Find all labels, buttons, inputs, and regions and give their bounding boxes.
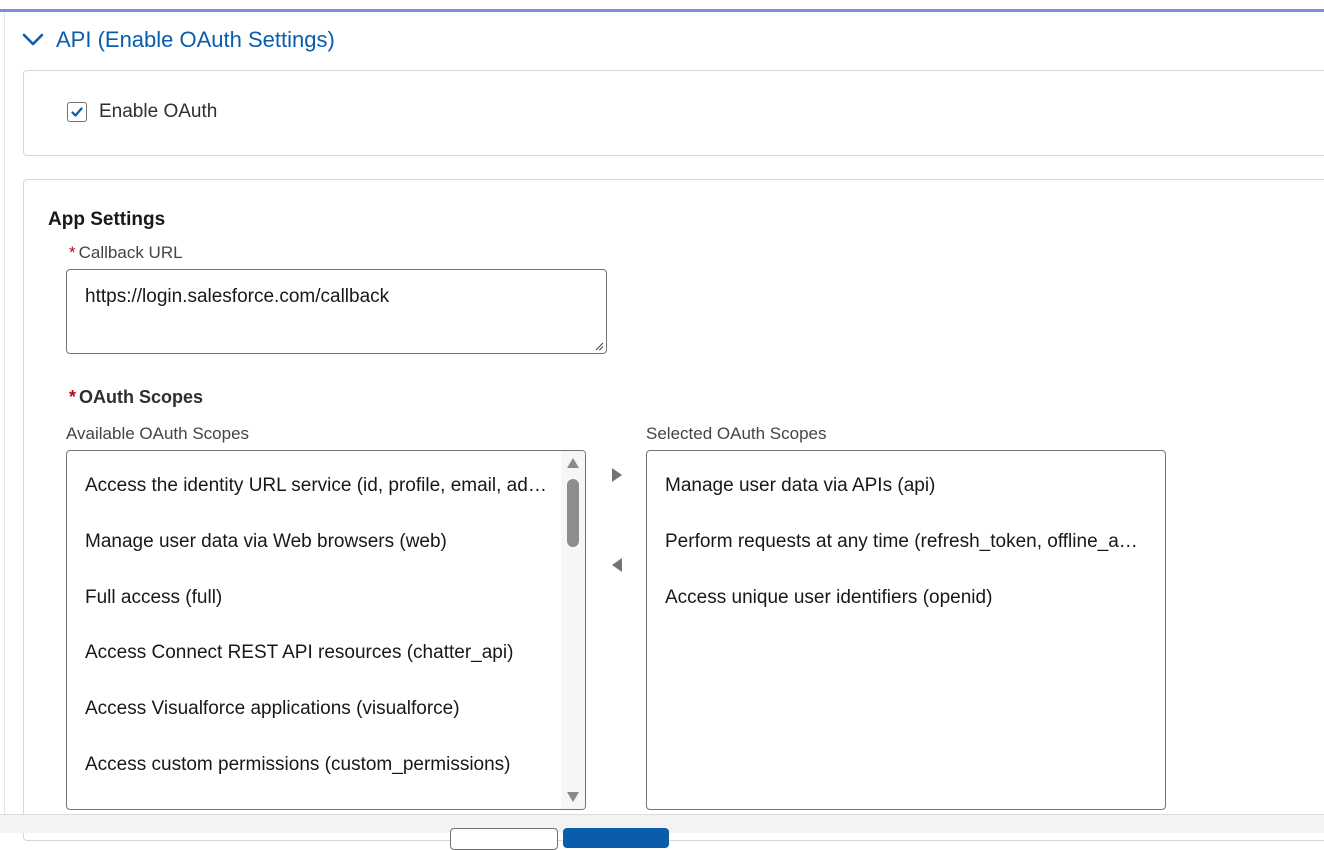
selected-scope-option[interactable]: Access unique user identifiers (openid) — [665, 587, 1147, 609]
left-arrow-icon[interactable] — [609, 555, 625, 575]
required-asterisk: * — [69, 243, 76, 262]
scrollbar-thumb[interactable] — [567, 479, 579, 547]
page-footer — [0, 814, 1324, 850]
scroll-up-icon[interactable] — [566, 457, 580, 469]
scroll-down-icon[interactable] — [566, 791, 580, 803]
available-scope-option[interactable]: Access custom permissions (custom_permis… — [85, 754, 547, 776]
cancel-button[interactable] — [450, 828, 558, 850]
right-arrow-icon[interactable] — [609, 465, 625, 485]
callback-url-value[interactable]: https://login.salesforce.com/callback — [85, 286, 389, 307]
enable-oauth-label: Enable OAuth — [99, 101, 218, 122]
selected-scope-option[interactable]: Perform requests at any time (refresh_to… — [665, 531, 1147, 553]
available-scopes-scrollbar[interactable] — [561, 451, 585, 809]
selected-scope-option[interactable]: Manage user data via APIs (api) — [665, 475, 1147, 497]
left-divider — [4, 12, 5, 832]
app-settings-card: App Settings * Callback URL https://login… — [23, 179, 1324, 841]
chevron-down-icon[interactable] — [22, 33, 44, 47]
available-scope-option[interactable]: Access Visualforce applications (visualf… — [85, 698, 547, 720]
available-scope-option[interactable]: Full access (full) — [85, 587, 547, 609]
enable-oauth-card: Enable OAuth — [23, 70, 1324, 156]
enable-oauth-checkbox[interactable] — [67, 102, 87, 122]
available-scopes-listbox[interactable]: Access the identity URL service (id, pro… — [66, 450, 586, 810]
check-icon — [71, 107, 83, 117]
save-button[interactable] — [563, 828, 669, 848]
page-top-accent — [0, 0, 1324, 12]
available-scope-option[interactable]: Access the identity URL service (id, pro… — [85, 475, 547, 497]
callback-url-textarea[interactable]: https://login.salesforce.com/callback — [66, 269, 607, 354]
available-scopes-label: Available OAuth Scopes — [66, 424, 250, 443]
available-scope-option[interactable]: Access Connect REST API resources (chatt… — [85, 642, 547, 664]
selected-scopes-label: Selected OAuth Scopes — [646, 424, 827, 443]
oauth-scopes-label: * OAuth Scopes — [69, 387, 204, 407]
available-scope-option[interactable]: Manage user data via Web browsers (web) — [85, 531, 547, 553]
section-title: API (Enable OAuth Settings) — [56, 27, 335, 52]
selected-scopes-listbox[interactable]: Manage user data via APIs (api) Perform … — [646, 450, 1166, 810]
enable-oauth-checkbox-row[interactable]: Enable OAuth — [67, 101, 217, 123]
section-header-api-oauth[interactable]: API (Enable OAuth Settings) — [22, 24, 335, 56]
required-asterisk: * — [69, 387, 77, 407]
resize-grip-icon[interactable] — [594, 341, 604, 351]
callback-url-label: * Callback URL — [69, 243, 183, 262]
app-settings-title: App Settings — [48, 209, 166, 230]
